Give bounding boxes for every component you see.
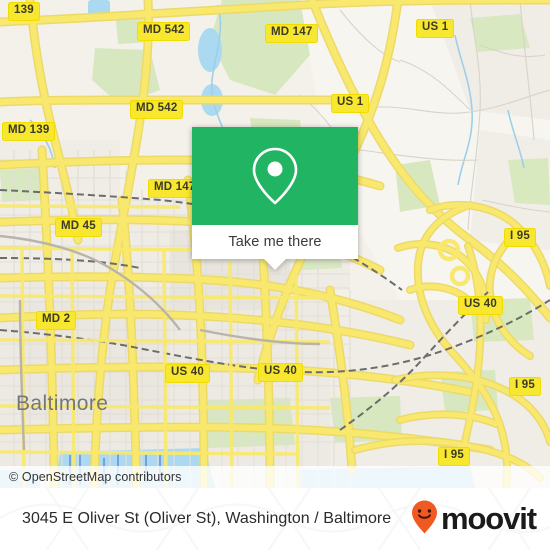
map-canvas[interactable]: 139 MD 542 MD 147 US 1 MD 542 US 1 MD 13… xyxy=(0,0,550,488)
osm-attribution[interactable]: © OpenStreetMap contributors xyxy=(0,466,550,488)
moovit-wordmark: moovit xyxy=(440,500,537,536)
moovit-logo[interactable]: moovit xyxy=(411,500,537,539)
popup-pointer-tail xyxy=(264,259,286,270)
map-pin-icon xyxy=(250,145,300,207)
location-popup-card[interactable]: Take me there xyxy=(192,127,358,270)
shield-md-45[interactable]: MD 45 xyxy=(55,218,102,237)
shield-us-40-center[interactable]: US 40 xyxy=(258,363,303,382)
shield-us-40-east[interactable]: US 40 xyxy=(458,296,503,315)
shield-md-139-top[interactable]: 139 xyxy=(8,2,40,21)
shield-us-40-west[interactable]: US 40 xyxy=(165,364,210,383)
shield-i-95-north[interactable]: I 95 xyxy=(504,228,536,247)
popup-header xyxy=(192,127,358,225)
shield-i-95-mid[interactable]: I 95 xyxy=(509,377,541,396)
take-me-there-label: Take me there xyxy=(228,234,322,250)
shield-md-542-north[interactable]: MD 542 xyxy=(137,22,191,41)
footer-bar: 3045 E Oliver St (Oliver St), Washington… xyxy=(0,488,550,550)
map-screenshot: 139 MD 542 MD 147 US 1 MD 542 US 1 MD 13… xyxy=(0,0,550,550)
shield-md-2[interactable]: MD 2 xyxy=(36,311,77,330)
shield-us-1-north[interactable]: US 1 xyxy=(416,19,455,38)
popup-action-bar[interactable]: Take me there xyxy=(192,225,358,270)
shield-md-147-north[interactable]: MD 147 xyxy=(265,24,319,43)
shield-md-139-left[interactable]: MD 139 xyxy=(2,122,56,141)
moovit-pin-smile-icon xyxy=(411,500,438,539)
shield-i-95-south[interactable]: I 95 xyxy=(438,447,470,466)
place-label-baltimore: Baltimore xyxy=(16,392,109,415)
shield-us-1-mid[interactable]: US 1 xyxy=(331,94,370,113)
footer-address-text: 3045 E Oliver St (Oliver St), Washington… xyxy=(22,510,392,527)
shield-md-542-south[interactable]: MD 542 xyxy=(130,100,184,119)
